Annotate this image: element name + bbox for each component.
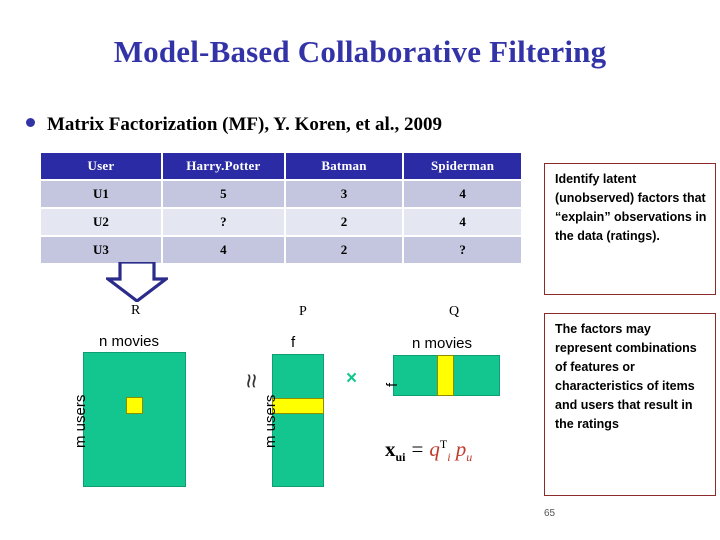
matrix-p-top-label: f <box>291 334 296 351</box>
equation-q-base: q <box>429 437 440 461</box>
cell-harry-potter: 5 <box>162 181 284 207</box>
column-header-user: User <box>41 153 161 179</box>
matrix-r-highlight-cell <box>126 397 143 414</box>
ratings-table: User Harry.Potter Batman Spiderman U1 5 … <box>39 151 523 265</box>
equation-q-superscript: T <box>439 437 448 451</box>
cell-batman: 3 <box>285 181 403 207</box>
matrix-q-side-label: f <box>384 382 401 387</box>
cell-batman: 2 <box>285 209 403 235</box>
matrix-p-block <box>272 354 324 487</box>
multiply-symbol: × <box>346 368 358 389</box>
cell-harry-potter: 4 <box>162 237 284 263</box>
matrix-p-side-label: m users <box>262 394 279 448</box>
matrix-p-highlight-row <box>272 398 324 414</box>
cell-harry-potter: ? <box>162 209 284 235</box>
cell-user: U1 <box>41 181 161 207</box>
note-factors-represent: The factors may represent combinations o… <box>544 313 716 496</box>
cell-spiderman: 4 <box>404 209 521 235</box>
cell-spiderman: 4 <box>404 181 521 207</box>
cell-spiderman: ? <box>404 237 521 263</box>
table-row: U2 ? 2 4 <box>41 209 521 235</box>
bullet-text: Matrix Factorization (MF), Y. Koren, et … <box>47 114 443 135</box>
cell-batman: 2 <box>285 237 403 263</box>
cell-user: U3 <box>41 237 161 263</box>
matrix-label-p: P <box>299 304 307 319</box>
matrix-q-highlight-column <box>437 355 454 396</box>
matrix-label-r: R <box>131 303 141 318</box>
matrix-r-top-label: n movies <box>99 333 160 350</box>
bullet-dot-icon <box>26 117 35 127</box>
matrix-r-side-label: m users <box>72 394 89 448</box>
matrix-r-block <box>83 352 186 487</box>
note-identify-latent-factors: Identify latent (unobserved) factors tha… <box>544 163 716 295</box>
column-header-batman: Batman <box>285 153 403 179</box>
equation-p-base: p <box>455 437 467 461</box>
equation-p-subscript: u <box>466 450 473 465</box>
equation-lhs-base: x <box>385 437 396 461</box>
equation-lhs-sub: ui <box>395 450 406 465</box>
table-row: U1 5 3 4 <box>41 181 521 207</box>
equation-q-subscript: i <box>447 450 451 465</box>
equation-equals: = <box>411 437 424 461</box>
down-arrow-icon <box>106 262 168 302</box>
factorization-equation: xui = qTi pu <box>385 437 472 465</box>
table-header-row: User Harry.Potter Batman Spiderman <box>41 153 521 179</box>
approx-symbol: ≈ <box>236 373 266 388</box>
matrix-label-q: Q <box>449 304 460 319</box>
column-header-spiderman: Spiderman <box>404 153 521 179</box>
column-header-harrypotter: Harry.Potter <box>162 153 284 179</box>
table-row: U3 4 2 ? <box>41 237 521 263</box>
bullet-line: Matrix Factorization (MF), Y. Koren, et … <box>26 114 442 136</box>
page-title: Model-Based Collaborative Filtering <box>113 34 607 69</box>
page-number: 65 <box>544 508 556 519</box>
cell-user: U2 <box>41 209 161 235</box>
matrix-q-top-label: n movies <box>412 335 473 352</box>
